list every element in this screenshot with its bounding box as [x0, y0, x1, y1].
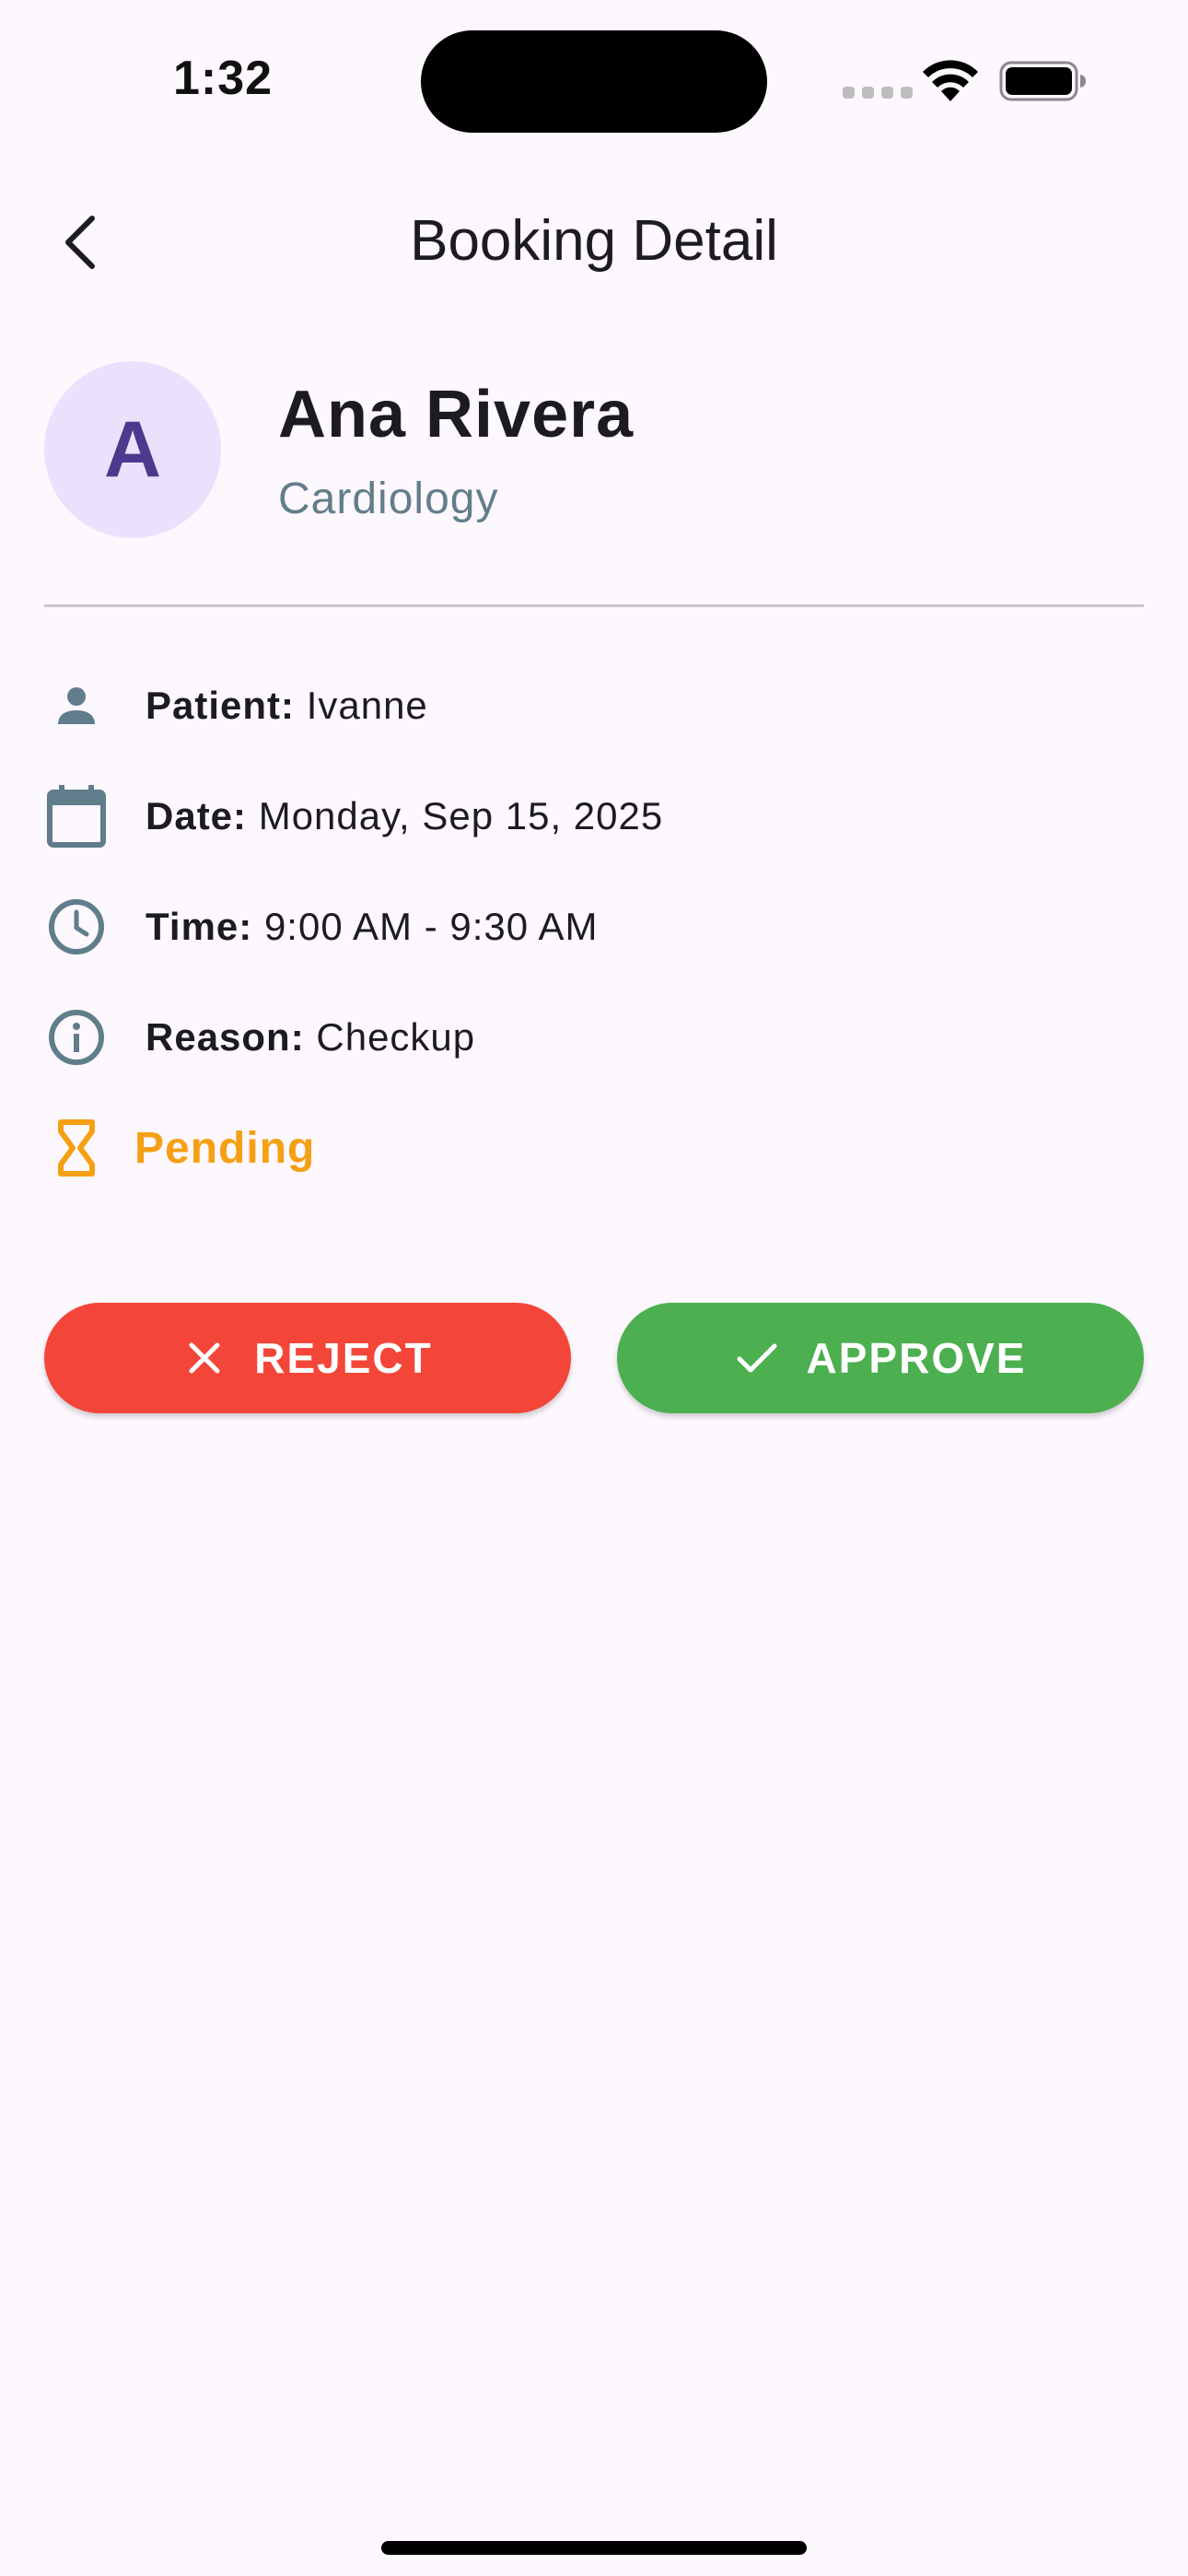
- person-icon: [44, 673, 109, 738]
- time-value: 9:00 AM - 9:30 AM: [263, 905, 599, 948]
- patient-text: Patient: Ivanne: [146, 684, 428, 728]
- status-row: Pending: [44, 1107, 1057, 1189]
- hourglass-icon: [44, 1116, 109, 1180]
- divider: [44, 604, 1144, 607]
- clock-icon: [44, 895, 109, 959]
- reason-value: Checkup: [316, 1015, 476, 1059]
- time-row: Time: 9:00 AM - 9:30 AM: [44, 885, 1057, 968]
- reason-label: Reason:: [146, 1015, 305, 1059]
- dynamic-island: [421, 30, 767, 133]
- battery-icon: [999, 61, 1088, 106]
- page-title: Booking Detail: [410, 209, 778, 273]
- wifi-icon: [921, 59, 980, 108]
- reason-text: Reason: Checkup: [146, 1015, 475, 1060]
- date-row: Date: Monday, Sep 15, 2025: [44, 775, 1057, 858]
- patient-label: Patient:: [146, 684, 296, 727]
- date-value: Monday, Sep 15, 2025: [258, 794, 664, 837]
- reject-button[interactable]: REJECT: [44, 1303, 571, 1413]
- time-text: Time: 9:00 AM - 9:30 AM: [146, 905, 598, 949]
- reject-label: REJECT: [254, 1334, 433, 1382]
- patient-value: Ivanne: [306, 684, 428, 727]
- time-label: Time:: [146, 905, 253, 948]
- status-badge: Pending: [134, 1123, 316, 1173]
- status-time: 1:32: [173, 52, 274, 105]
- doctor-name: Ana Rivera: [278, 378, 635, 451]
- approve-button[interactable]: APPROVE: [617, 1303, 1144, 1413]
- home-indicator[interactable]: [381, 2541, 807, 2555]
- check-icon: [735, 1336, 779, 1380]
- info-icon: [44, 1005, 109, 1070]
- reason-row: Reason: Checkup: [44, 996, 1057, 1079]
- avatar: A: [44, 361, 221, 538]
- patient-row: Patient: Ivanne: [44, 664, 1057, 747]
- date-text: Date: Monday, Sep 15, 2025: [146, 794, 663, 838]
- cellular-signal-icon: [843, 87, 913, 99]
- date-label: Date:: [146, 794, 248, 837]
- approve-label: APPROVE: [806, 1334, 1027, 1382]
- status-bar: 1:32: [0, 0, 1188, 157]
- calendar-icon: [44, 784, 109, 849]
- close-icon: [182, 1336, 227, 1380]
- doctor-specialty: Cardiology: [278, 474, 499, 523]
